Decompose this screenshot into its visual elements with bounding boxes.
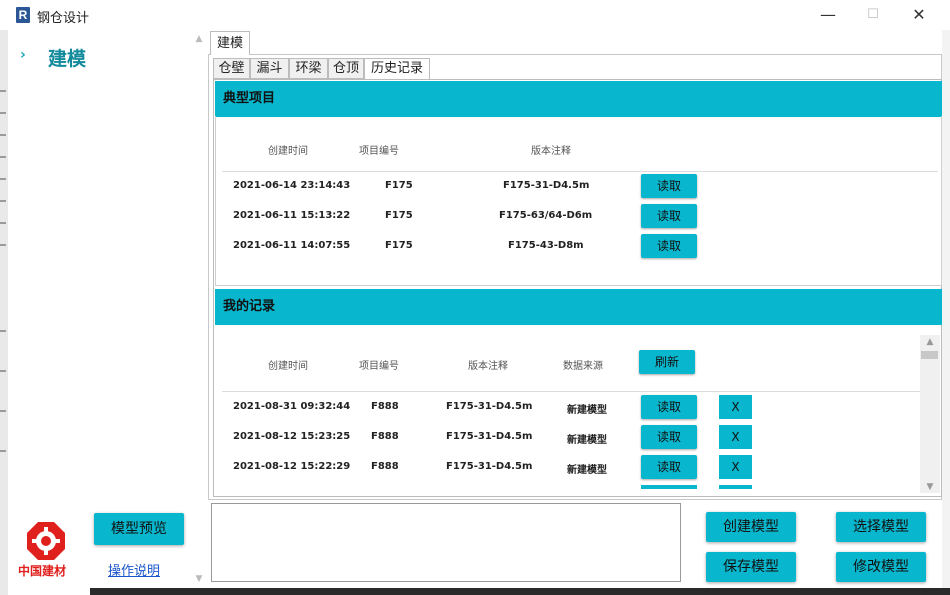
tab-wall[interactable]: 仓壁 [213, 58, 250, 79]
revit-logo-icon: R [16, 7, 30, 23]
scroll-up-icon[interactable]: ▲ [920, 335, 940, 349]
table-cell-source: 新建模型 [567, 465, 607, 476]
table-cell-time: 2021-08-12 15:22:29 [233, 461, 351, 472]
delete-button[interactable]: X [719, 425, 752, 449]
sidebar-item-modeling[interactable]: 建模 [48, 44, 86, 71]
background-window-edge [0, 30, 8, 595]
column-header-note: 版本注释 [531, 146, 571, 157]
tab-roof[interactable]: 仓顶 [328, 58, 364, 79]
table-cell-time: 2021-06-14 23:14:43 [233, 180, 351, 191]
divider [222, 171, 938, 172]
sidebar [8, 30, 208, 595]
delete-button[interactable]: X [719, 455, 752, 479]
table-cell-code: F888 [371, 401, 399, 412]
minimize-icon[interactable]: — [805, 0, 851, 30]
table-cell-time: 2021-08-31 09:32:44 [233, 401, 351, 412]
read-button[interactable]: 读取 [641, 204, 697, 228]
table-cell-time: 2021-06-11 14:07:55 [233, 240, 351, 251]
table-cell-source: 新建模型 [567, 435, 607, 446]
delete-button[interactable] [719, 485, 752, 489]
save-model-button[interactable]: 保存模型 [706, 552, 796, 582]
read-button[interactable]: 读取 [641, 174, 697, 198]
column-header-source: 数据来源 [563, 361, 603, 372]
table-cell-code: F175 [385, 210, 413, 221]
output-textbox[interactable] [211, 503, 681, 582]
read-button[interactable] [641, 485, 697, 489]
brand-text: 中国建材 [18, 564, 67, 578]
read-button[interactable]: 读取 [641, 234, 697, 258]
window-right-edge [942, 30, 950, 595]
background-window-edge [90, 588, 950, 595]
help-link[interactable]: 操作说明 [108, 560, 160, 579]
window-title: 钢仓设计 [37, 11, 90, 26]
tab-hopper[interactable]: 漏斗 [250, 58, 289, 79]
column-header-time: 创建时间 [268, 361, 308, 372]
read-button[interactable]: 读取 [641, 425, 697, 449]
table-cell-note: F175-43-D8m [508, 240, 584, 251]
maximize-icon[interactable]: ☐ [850, 0, 896, 30]
column-header-code: 项目编号 [359, 361, 399, 372]
table-cell-source: 新建模型 [567, 405, 607, 416]
table-cell-time: 2021-06-11 15:13:22 [233, 210, 351, 221]
scrollbar-thumb[interactable] [921, 351, 938, 359]
close-icon[interactable]: ✕ [896, 0, 942, 30]
table-cell-code: F888 [371, 461, 399, 472]
table-cell-note: F175-31-D4.5m [446, 401, 533, 412]
scroll-down-icon[interactable]: ▼ [920, 481, 940, 493]
table-cell-code: F175 [385, 180, 413, 191]
typical-projects-header: 典型项目 [215, 81, 942, 117]
read-button[interactable]: 读取 [641, 395, 697, 419]
refresh-button[interactable]: 刷新 [639, 350, 695, 374]
model-preview-button[interactable]: 模型预览 [94, 513, 184, 545]
column-header-note: 版本注释 [468, 361, 508, 372]
tab-modeling[interactable]: 建模 [210, 31, 250, 55]
read-button[interactable]: 读取 [641, 455, 697, 479]
column-header-code: 项目编号 [359, 146, 399, 157]
tab-history[interactable]: 历史记录 [364, 58, 430, 80]
table-cell-note: F175-31-D4.5m [446, 431, 533, 442]
table-cell-code: F175 [385, 240, 413, 251]
column-header-time: 创建时间 [268, 146, 308, 157]
divider [222, 391, 920, 392]
delete-button[interactable]: X [719, 395, 752, 419]
scroll-up-icon[interactable]: ▲ [190, 30, 208, 48]
tab-ring-beam[interactable]: 环梁 [289, 58, 328, 79]
select-model-button[interactable]: 选择模型 [836, 512, 926, 542]
table-cell-note: F175-63/64-D6m [499, 210, 593, 221]
create-model-button[interactable]: 创建模型 [706, 512, 796, 542]
table-cell-time: 2021-08-12 15:23:25 [233, 431, 351, 442]
my-records-header: 我的记录 [215, 289, 942, 325]
modify-model-button[interactable]: 修改模型 [836, 552, 926, 582]
table-cell-note: F175-31-D4.5m [503, 180, 590, 191]
scroll-down-icon[interactable]: ▼ [190, 570, 208, 588]
table-cell-note: F175-31-D4.5m [446, 461, 533, 472]
cnbm-logo-icon [27, 522, 65, 560]
chevron-right-icon[interactable]: › [20, 47, 26, 63]
table-cell-code: F888 [371, 431, 399, 442]
typical-projects-box [215, 116, 942, 286]
